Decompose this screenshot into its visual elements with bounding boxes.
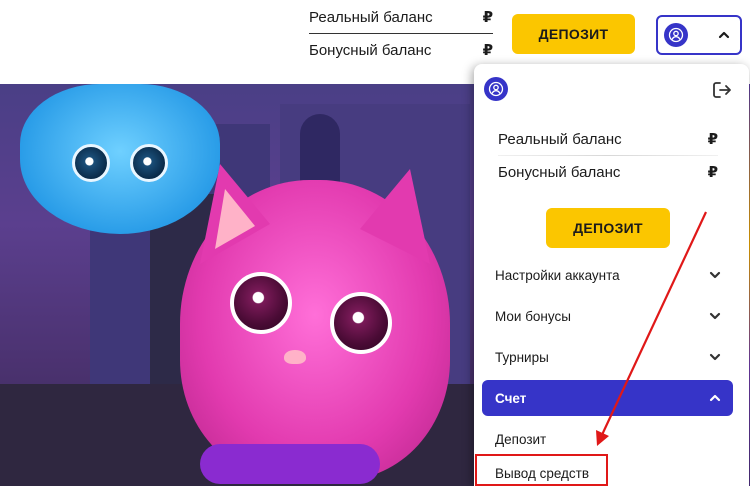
pink-cat-collar [200, 444, 380, 484]
header-bonus-balance-label: Бонусный баланс [309, 41, 432, 59]
user-icon [664, 23, 688, 47]
chevron-down-icon [709, 312, 721, 320]
panel-balance-divider [498, 155, 718, 156]
panel-bonus-balance-label: Бонусный баланс [498, 163, 621, 181]
game-banner-image [0, 84, 475, 486]
menu-item-label: Настройки аккаунта [495, 267, 620, 283]
submenu-item-deposit[interactable]: Депозит [482, 424, 733, 454]
chevron-up-icon [718, 31, 730, 39]
user-icon [484, 77, 508, 101]
chevron-down-icon [709, 353, 721, 361]
panel-real-balance-currency: ₽ [707, 131, 718, 148]
header-bonus-balance-currency: ₽ [482, 42, 493, 59]
menu-item-account-settings[interactable]: Настройки аккаунта [482, 257, 733, 293]
chevron-up-icon [709, 394, 721, 402]
header-real-balance-label: Реальный баланс [309, 8, 433, 26]
panel-bonus-balance-currency: ₽ [707, 164, 718, 181]
header-deposit-button[interactable]: ДЕПОЗИТ [512, 14, 635, 54]
panel-deposit-button[interactable]: ДЕПОЗИТ [546, 208, 670, 248]
menu-item-label: Счет [495, 390, 527, 406]
menu-item-label: Мои бонусы [495, 308, 571, 324]
profile-dropdown-panel: Реальный баланс ₽ Бонусный баланс ₽ ДЕПО… [474, 64, 749, 486]
menu-item-account[interactable]: Счет [482, 380, 733, 416]
header-real-balance: Реальный баланс ₽ [309, 2, 493, 32]
chevron-down-icon [709, 271, 721, 279]
header-real-balance-currency: ₽ [482, 9, 493, 26]
annotation-highlight-box [475, 454, 608, 486]
panel-real-balance: Реальный баланс ₽ [498, 125, 718, 153]
menu-item-tournaments[interactable]: Турниры [482, 339, 733, 375]
header-balance-divider [309, 33, 493, 34]
panel-real-balance-label: Реальный баланс [498, 130, 622, 148]
pink-cat-ears [200, 164, 430, 264]
menu-item-my-bonuses[interactable]: Мои бонусы [482, 298, 733, 334]
panel-bonus-balance: Бонусный баланс ₽ [498, 158, 718, 186]
logout-icon[interactable] [711, 79, 733, 101]
menu-item-label: Турниры [495, 349, 549, 365]
profile-menu-toggle[interactable] [656, 15, 742, 55]
header-bonus-balance: Бонусный баланс ₽ [309, 35, 493, 65]
